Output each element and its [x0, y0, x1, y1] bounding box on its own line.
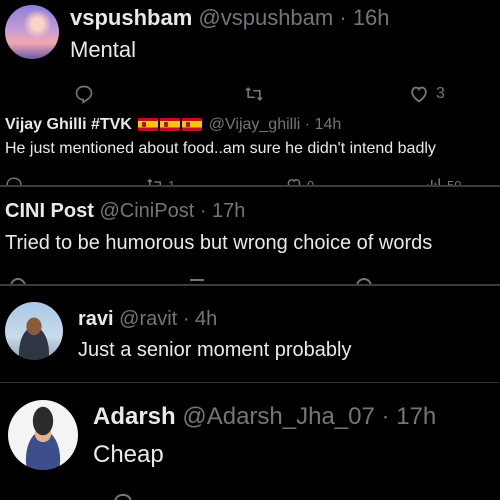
views-count: 50: [447, 177, 462, 186]
tweet-ravi[interactable]: ravi @ravit · 4h Just a senior moment pr…: [0, 286, 500, 382]
retweet-count: 1: [168, 177, 176, 186]
display-name[interactable]: ravi: [78, 308, 114, 330]
display-name[interactable]: Adarsh: [93, 403, 176, 430]
like-button[interactable]: 3: [408, 83, 445, 105]
timestamp[interactable]: 17h: [396, 403, 436, 430]
handle[interactable]: @ravit: [119, 308, 177, 330]
views-icon: [425, 176, 443, 185]
handle[interactable]: @CiniPost: [99, 200, 194, 222]
separator-dot: ·: [339, 5, 347, 30]
spain-flag-icon: [160, 118, 181, 131]
timestamp[interactable]: 14h: [315, 116, 342, 133]
tweet-text: Just a senior moment probably: [78, 339, 352, 361]
avatar[interactable]: [5, 302, 63, 360]
tweet-header: Adarsh @Adarsh_Jha_07 · 17h: [93, 403, 436, 431]
tweet-adarsh[interactable]: Adarsh @Adarsh_Jha_07 · 17h Cheap: [0, 383, 500, 500]
separator-dot: ·: [199, 200, 207, 222]
tweet-text: Cheap: [93, 441, 164, 468]
reply-icon: [74, 84, 94, 104]
spain-flag-icon: [138, 118, 159, 131]
handle[interactable]: @Vijay_ghilli: [209, 116, 301, 133]
like-button[interactable]: 0: [285, 176, 314, 185]
display-name[interactable]: Vijay Ghilli #TVK: [5, 116, 132, 133]
timestamp[interactable]: 17h: [212, 200, 245, 222]
display-name[interactable]: vspushbam: [70, 5, 192, 30]
retweet-icon: [146, 176, 164, 185]
handle[interactable]: @Adarsh_Jha_07: [182, 403, 375, 430]
reply-icon[interactable]: [114, 494, 132, 500]
tweet-header: ravi @ravit · 4h: [78, 307, 217, 331]
avatar[interactable]: [8, 400, 78, 470]
handle[interactable]: @vspushbam: [198, 5, 333, 30]
retweet-button[interactable]: [243, 84, 265, 104]
retweet-icon: [243, 84, 265, 104]
like-icon: [408, 83, 430, 105]
tweet-text: Mental: [70, 37, 137, 62]
tweet-header: CINI Post @CiniPost · 17h: [5, 199, 245, 223]
tweet-text: He just mentioned about food..am sure he…: [5, 140, 436, 157]
flag-icons: [138, 116, 208, 133]
tweet-header: Vijay Ghilli #TVK @Vijay_ghilli · 14h: [5, 115, 341, 135]
separator-dot: ·: [381, 403, 390, 430]
like-count: 3: [436, 85, 445, 102]
avatar[interactable]: [5, 5, 59, 59]
separator-dot: ·: [304, 116, 311, 133]
reply-icon: [5, 176, 23, 185]
separator-dot: ·: [182, 308, 190, 330]
like-count: 0: [307, 177, 315, 186]
display-name[interactable]: CINI Post: [5, 200, 94, 222]
tweet-text: Tried to be humorous but wrong choice of…: [5, 232, 433, 254]
views-button[interactable]: 50: [425, 176, 461, 185]
timestamp[interactable]: 4h: [195, 308, 217, 330]
reply-button[interactable]: [5, 176, 23, 185]
tweet-vijay-ghilli[interactable]: Vijay Ghilli #TVK @Vijay_ghilli · 14h He…: [0, 112, 500, 185]
retweet-button[interactable]: 1: [146, 176, 175, 185]
like-icon: [285, 176, 303, 185]
reply-button[interactable]: [74, 84, 94, 104]
tweet-cini-post[interactable]: CINI Post @CiniPost · 17h Tried to be hu…: [0, 187, 500, 284]
spain-flag-icon: [182, 118, 203, 131]
tweet-vspushbam[interactable]: vspushbam @vspushbam · 16h Mental 3: [0, 0, 500, 112]
timestamp[interactable]: 16h: [353, 5, 390, 30]
tweet-header: vspushbam @vspushbam · 16h: [70, 5, 390, 31]
